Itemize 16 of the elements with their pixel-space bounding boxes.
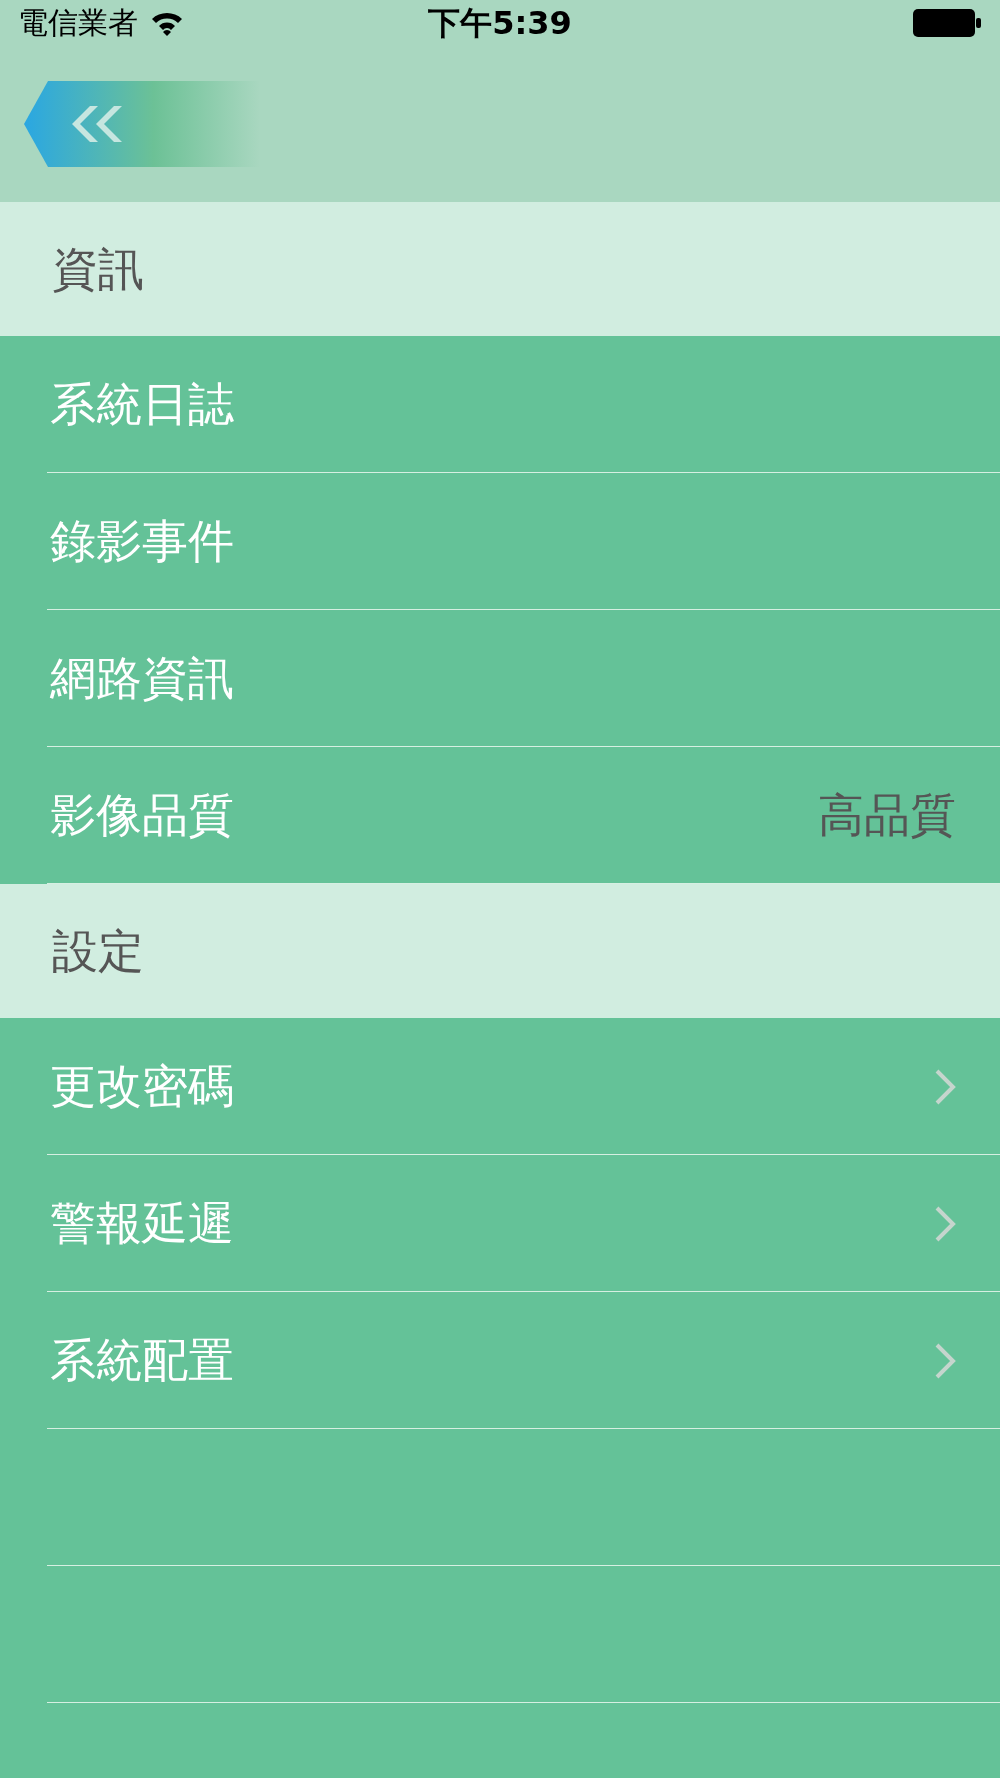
row-label: 錄影事件 bbox=[50, 513, 234, 570]
row-label: 系統配置 bbox=[50, 1332, 234, 1389]
chevron-icon bbox=[934, 1067, 956, 1106]
chevron-icon bbox=[934, 1204, 956, 1243]
row-label: 警報延遲 bbox=[50, 1195, 234, 1252]
battery-icon bbox=[912, 7, 982, 38]
row-value: 高品質 bbox=[818, 787, 956, 844]
row-label: 網路資訊 bbox=[50, 650, 234, 707]
section-header: 設定 bbox=[0, 884, 1000, 1018]
section-header: 資訊 bbox=[0, 202, 1000, 336]
row-label: 系統日誌 bbox=[50, 376, 234, 433]
row-label: 更改密碼 bbox=[50, 1058, 234, 1115]
status-time: 下午5:39 bbox=[428, 2, 572, 44]
chevron-icon bbox=[934, 1341, 956, 1380]
row-label: 影像品質 bbox=[50, 787, 234, 844]
carrier-name: 電信業者 bbox=[18, 4, 138, 42]
